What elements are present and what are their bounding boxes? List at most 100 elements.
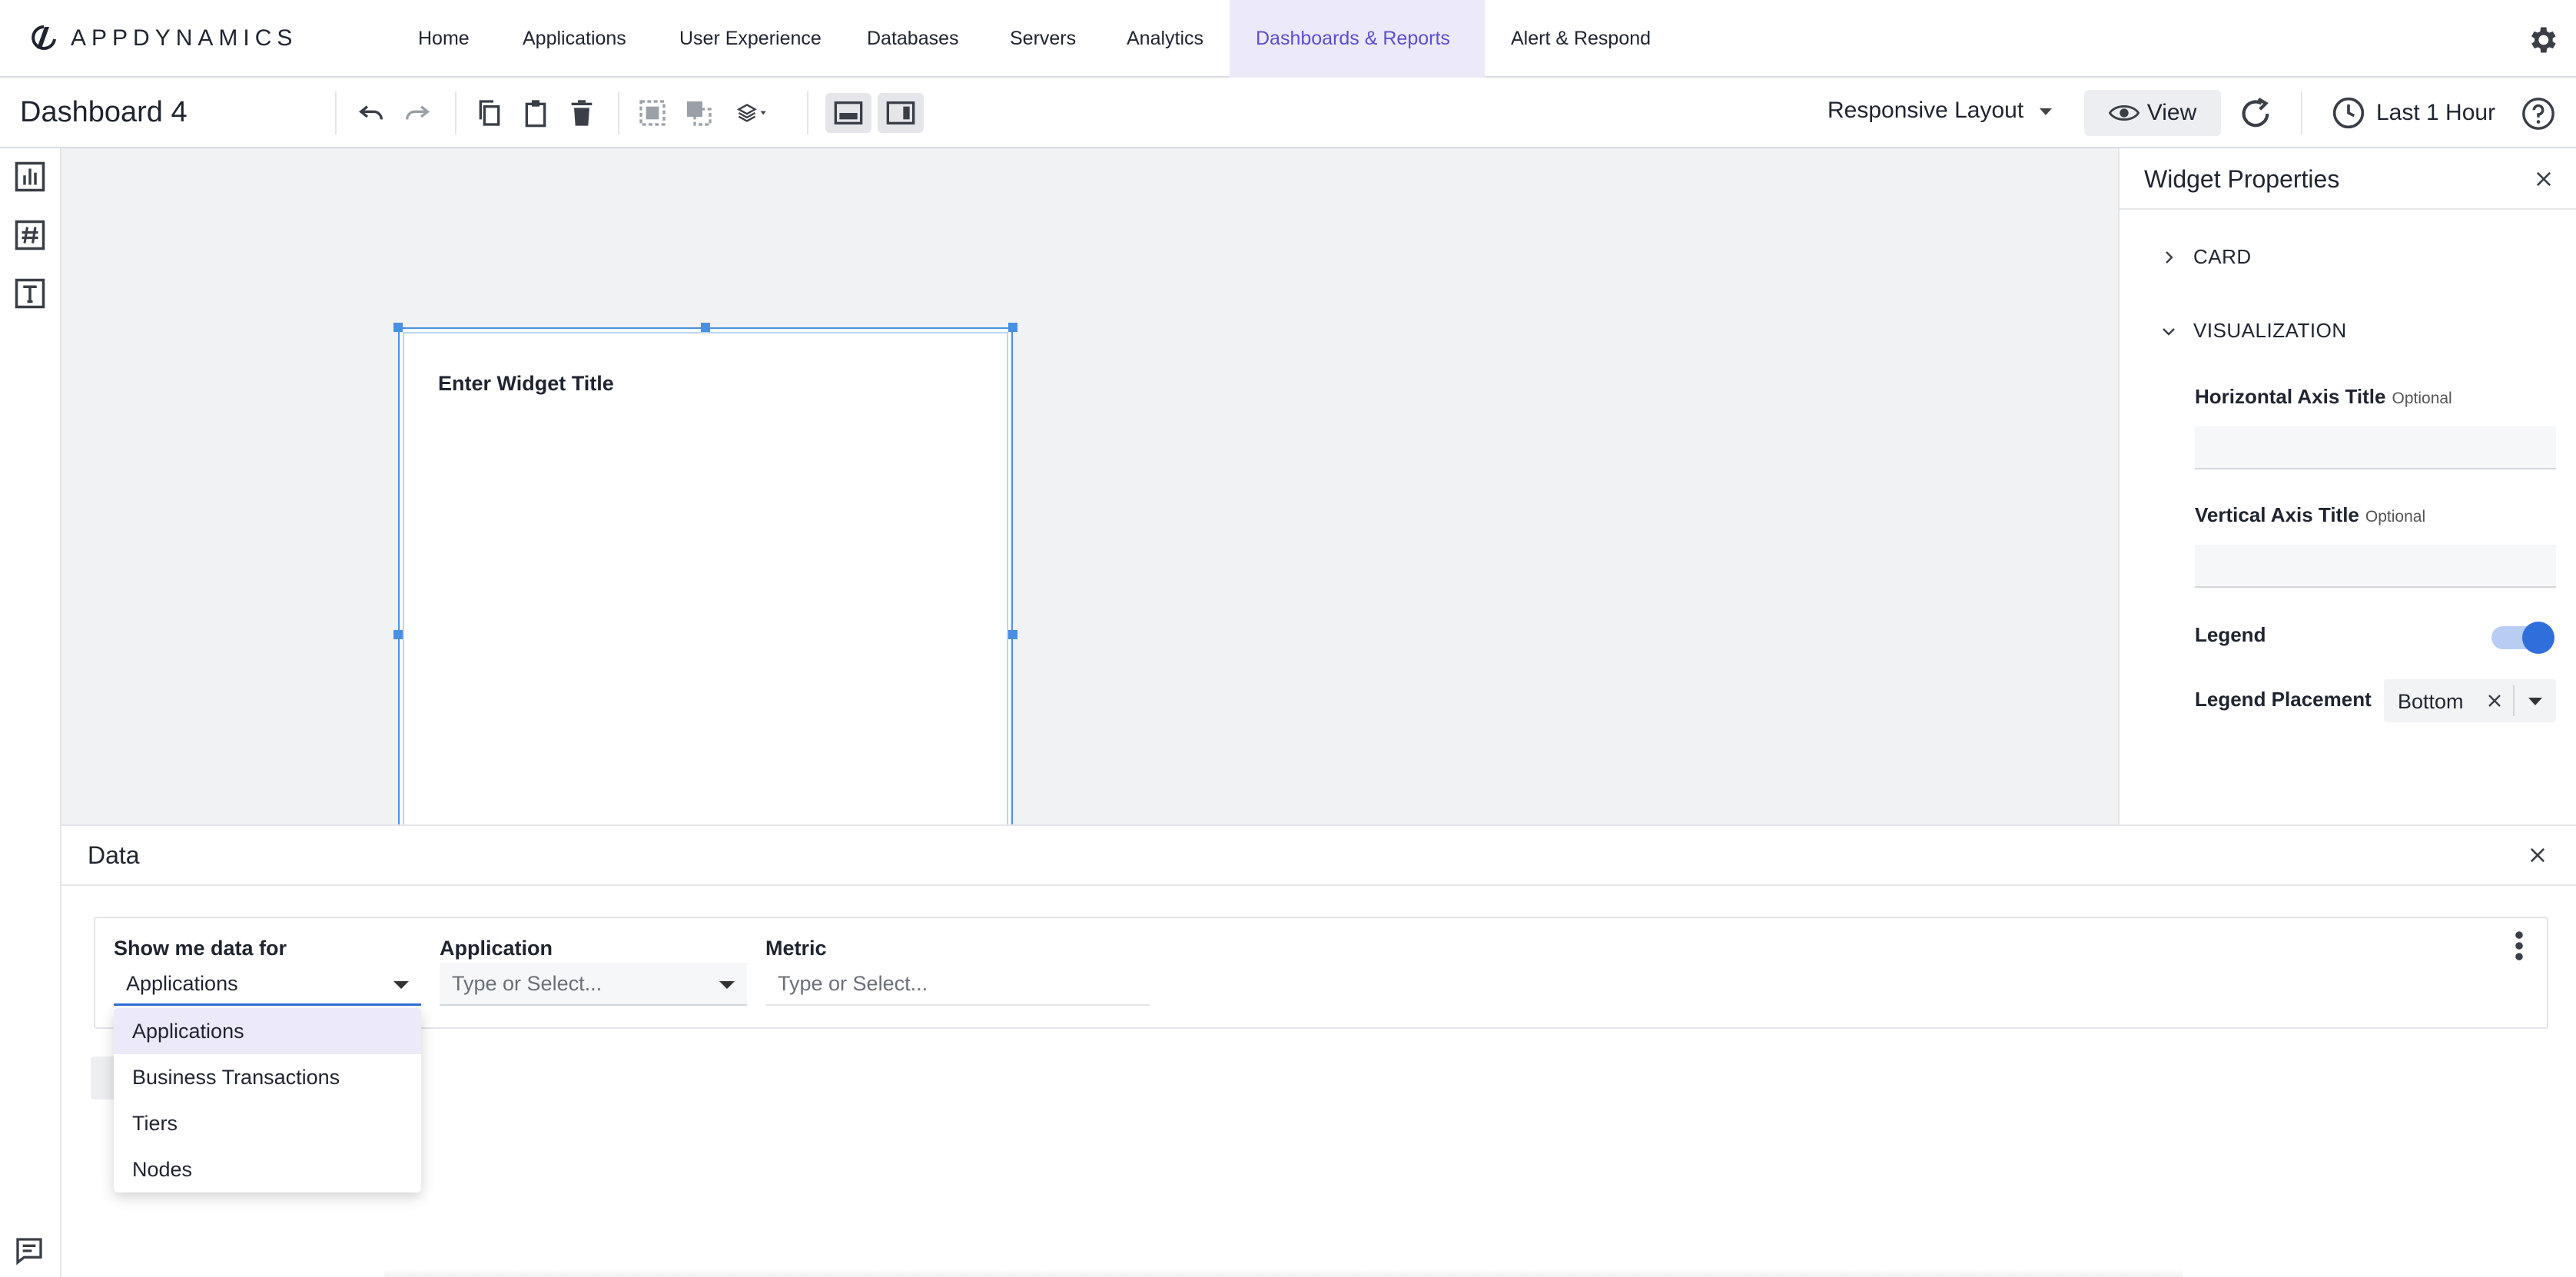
legend-placement-select[interactable]: Bottom bbox=[2384, 679, 2556, 722]
top-navigation: APPDYNAMICS Home Applications User Exper… bbox=[0, 0, 2576, 78]
horizontal-axis-title-label: Horizontal Axis Title Optional bbox=[2195, 385, 2452, 409]
resize-handle[interactable] bbox=[1008, 630, 1017, 639]
paste-button[interactable] bbox=[516, 93, 555, 133]
layers-button[interactable] bbox=[725, 93, 779, 133]
view-button-label: View bbox=[2146, 100, 2197, 125]
more-options-icon[interactable] bbox=[2515, 930, 2524, 961]
nav-alert-respond[interactable]: Alert & Respond bbox=[1485, 0, 1677, 78]
layout-full-width-button[interactable] bbox=[825, 93, 871, 133]
copy-button[interactable] bbox=[470, 93, 509, 133]
nav-user-experience[interactable]: User Experience bbox=[653, 0, 848, 78]
show-me-data-select[interactable]: Applications bbox=[114, 963, 421, 1006]
undo-button[interactable] bbox=[352, 93, 390, 133]
show-me-data-value: Applications bbox=[126, 972, 238, 995]
dropdown-option-business-transactions[interactable]: Business Transactions bbox=[114, 1054, 421, 1100]
redo-button[interactable] bbox=[398, 93, 437, 133]
responsive-layout-select[interactable]: Responsive Layout bbox=[1827, 98, 2023, 124]
trash-icon bbox=[571, 100, 593, 126]
data-query-row: Show me data for Applications Applicatio… bbox=[94, 917, 2548, 1029]
dashboard-toolbar: Dashboard 4 Responsive Layout View Last … bbox=[0, 78, 2576, 148]
chevron-down-icon[interactable] bbox=[2528, 698, 2542, 705]
resize-handle[interactable] bbox=[393, 323, 403, 332]
nav-analytics[interactable]: Analytics bbox=[1100, 0, 1230, 78]
logo[interactable]: APPDYNAMICS bbox=[31, 23, 297, 54]
clear-icon[interactable] bbox=[2485, 692, 2504, 710]
show-me-data-label: Show me data for bbox=[114, 937, 287, 960]
show-me-data-dropdown: Applications Business Transactions Tiers… bbox=[114, 1008, 421, 1192]
time-range-picker[interactable]: Last 1 Hour bbox=[2332, 93, 2495, 133]
properties-header: Widget Properties bbox=[2120, 148, 2576, 210]
data-panel-title: Data bbox=[88, 841, 140, 869]
text-widget-icon[interactable] bbox=[14, 277, 46, 310]
vertical-axis-title-input[interactable] bbox=[2195, 545, 2556, 588]
vertical-axis-title-label: Vertical Axis Title Optional bbox=[2195, 503, 2425, 527]
application-placeholder: Type or Select... bbox=[452, 972, 603, 995]
toolbar-divider bbox=[807, 91, 808, 134]
panel-bottom-icon bbox=[834, 101, 863, 124]
application-select[interactable]: Type or Select... bbox=[440, 963, 747, 1006]
delete-button[interactable] bbox=[563, 93, 601, 133]
chart-widget-icon[interactable] bbox=[14, 161, 46, 193]
vertical-axis-title-text: Vertical Axis Title bbox=[2195, 503, 2359, 526]
view-button[interactable]: View bbox=[2084, 90, 2221, 136]
toolbar-divider bbox=[335, 91, 337, 134]
toolbar-divider bbox=[2301, 91, 2302, 134]
properties-title: Widget Properties bbox=[2144, 165, 2340, 193]
widget-title[interactable]: Enter Widget Title bbox=[438, 372, 614, 396]
chevron-right-icon bbox=[2166, 250, 2173, 264]
gear-icon[interactable] bbox=[2525, 23, 2559, 57]
data-panel: Data Show me data for Applications Appli… bbox=[61, 824, 2576, 1277]
bring-forward-button[interactable] bbox=[633, 93, 672, 133]
dropdown-option-tiers[interactable]: Tiers bbox=[114, 1100, 421, 1146]
clock-icon bbox=[2332, 97, 2365, 129]
card-section-toggle[interactable]: CARD bbox=[2159, 245, 2252, 269]
visualization-section-toggle[interactable]: VISUALIZATION bbox=[2159, 319, 2347, 343]
metric-number-widget-icon[interactable] bbox=[14, 219, 46, 251]
close-icon[interactable] bbox=[2527, 844, 2548, 866]
horizontal-axis-title-input[interactable] bbox=[2195, 426, 2556, 469]
panel-right-icon bbox=[886, 101, 915, 124]
send-backward-button[interactable] bbox=[679, 93, 718, 133]
chevron-down-icon bbox=[719, 981, 735, 989]
chevron-down-icon[interactable] bbox=[2040, 108, 2052, 115]
redo-icon bbox=[406, 105, 430, 120]
bring-forward-icon bbox=[639, 100, 666, 126]
metric-input[interactable]: Type or Select... bbox=[765, 963, 1150, 1006]
nav-dashboards-reports[interactable]: Dashboards & Reports bbox=[1230, 0, 1485, 78]
eye-icon bbox=[2108, 105, 2139, 121]
visualization-section-label: VISUALIZATION bbox=[2193, 319, 2347, 342]
dashboard-title[interactable]: Dashboard 4 bbox=[20, 96, 188, 129]
nav-applications[interactable]: Applications bbox=[496, 0, 652, 78]
refresh-icon[interactable] bbox=[2238, 96, 2273, 131]
send-backward-icon bbox=[687, 101, 712, 126]
nav-servers[interactable]: Servers bbox=[984, 0, 1102, 78]
dropdown-option-applications[interactable]: Applications bbox=[114, 1008, 421, 1054]
metric-placeholder: Type or Select... bbox=[778, 972, 928, 995]
brand-name: APPDYNAMICS bbox=[71, 25, 298, 51]
optional-tag: Optional bbox=[2392, 390, 2452, 407]
comment-icon[interactable] bbox=[14, 1236, 45, 1266]
legend-toggle[interactable] bbox=[2491, 622, 2554, 654]
chevron-down-icon bbox=[393, 981, 409, 989]
horizontal-axis-title-text: Horizontal Axis Title bbox=[2195, 385, 2386, 408]
close-icon[interactable] bbox=[2533, 168, 2554, 190]
paste-icon bbox=[525, 100, 546, 128]
help-icon[interactable] bbox=[2521, 96, 2556, 131]
nav-databases[interactable]: Databases bbox=[841, 0, 985, 78]
layers-icon bbox=[737, 104, 766, 122]
resize-handle[interactable] bbox=[1008, 323, 1017, 332]
toolbar-divider bbox=[455, 91, 456, 134]
legend-placement-label: Legend Placement bbox=[2195, 688, 2372, 711]
resize-handle[interactable] bbox=[701, 323, 710, 332]
dashboard-canvas[interactable]: Enter Widget Title bbox=[61, 148, 2118, 944]
panel-shadow bbox=[384, 1269, 2183, 1277]
resize-handle[interactable] bbox=[393, 630, 403, 639]
toolbar-divider bbox=[618, 91, 619, 134]
appdynamics-logo-icon bbox=[32, 25, 56, 50]
layout-side-panel-button[interactable] bbox=[878, 93, 924, 133]
card-section-label: CARD bbox=[2193, 245, 2252, 268]
data-panel-header: Data bbox=[61, 826, 2576, 886]
dropdown-option-nodes[interactable]: Nodes bbox=[114, 1146, 421, 1192]
chevron-down-icon bbox=[2163, 327, 2175, 336]
nav-home[interactable]: Home bbox=[392, 0, 496, 78]
